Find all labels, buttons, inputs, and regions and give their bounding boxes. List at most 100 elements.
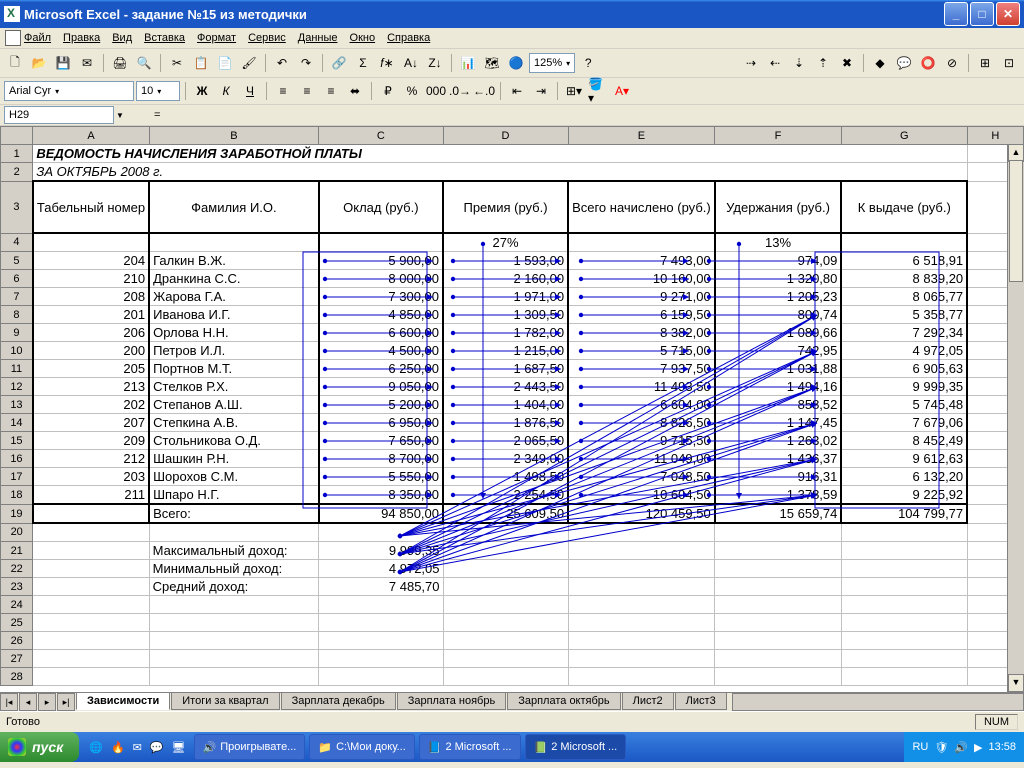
cell[interactable]: 4 850,00	[319, 306, 443, 324]
row-header[interactable]: 5	[1, 252, 33, 270]
cell[interactable]: 2 065,50	[443, 432, 568, 450]
cell[interactable]: 1 147,45	[715, 414, 842, 432]
cell[interactable]: 858,52	[715, 396, 842, 414]
quick-launch-icon[interactable]: 🌐	[89, 741, 103, 754]
cell[interactable]: 7 048,50	[568, 468, 715, 486]
cell[interactable]: 201	[33, 306, 149, 324]
cell[interactable]: 974,09	[715, 252, 842, 270]
cell[interactable]: 211	[33, 486, 149, 505]
print-button[interactable]: 🖨	[109, 52, 131, 74]
col-header[interactable]: B	[149, 127, 319, 145]
scroll-down-button[interactable]: ▼	[1008, 674, 1024, 692]
cell[interactable]: 1 498,50	[443, 468, 568, 486]
align-center-button[interactable]: ≡	[296, 80, 318, 102]
cell[interactable]: ВЕДОМОСТЬ НАЧИСЛЕНИЯ ЗАРАБОТНОЙ ПЛАТЫ	[33, 145, 967, 163]
cell[interactable]: 6 132,20	[841, 468, 967, 486]
fx-button[interactable]: f∗	[376, 52, 398, 74]
cell[interactable]: 7 292,34	[841, 324, 967, 342]
cell[interactable]: 1 263,02	[715, 432, 842, 450]
row-header[interactable]: 14	[1, 414, 33, 432]
tray-icon[interactable]: 🔊	[954, 741, 968, 754]
cell[interactable]: 4 972,05	[319, 560, 443, 578]
cell[interactable]: 9 050,00	[319, 378, 443, 396]
cell[interactable]: Орлова Н.Н.	[149, 324, 319, 342]
cell[interactable]: 1 320,80	[715, 270, 842, 288]
menu-view[interactable]: Вид	[112, 32, 132, 44]
cell[interactable]: 2 254,50	[443, 486, 568, 505]
percent-button[interactable]: %	[401, 80, 423, 102]
tab-nav-next[interactable]: ▸	[38, 693, 56, 711]
cell[interactable]: 8 000,00	[319, 270, 443, 288]
eval-formula-button[interactable]: ⊡	[998, 52, 1020, 74]
remove-arrows-button[interactable]: ✖	[836, 52, 858, 74]
cell[interactable]: К выдаче (руб.)	[841, 181, 967, 233]
align-right-button[interactable]: ≡	[320, 80, 342, 102]
cell[interactable]: 5 715,00	[568, 342, 715, 360]
cell[interactable]: 5 358,77	[841, 306, 967, 324]
cell[interactable]: Стелков Р.Х.	[149, 378, 319, 396]
row-header[interactable]: 21	[1, 542, 33, 560]
cell[interactable]: Шпаро Н.Г.	[149, 486, 319, 505]
cell[interactable]: 204	[33, 252, 149, 270]
cell[interactable]: 10 604,50	[568, 486, 715, 505]
row-header[interactable]: 23	[1, 578, 33, 596]
autosum-button[interactable]: Σ	[352, 52, 374, 74]
sheet-tab[interactable]: Лист3	[675, 693, 727, 710]
cell[interactable]: 9 271,00	[568, 288, 715, 306]
row-header[interactable]: 18	[1, 486, 33, 505]
cell[interactable]: 8 065,77	[841, 288, 967, 306]
cell[interactable]: 1 215,00	[443, 342, 568, 360]
row-header[interactable]: 13	[1, 396, 33, 414]
cell[interactable]: 1 876,50	[443, 414, 568, 432]
col-header[interactable]: G	[841, 127, 967, 145]
cell[interactable]: 1 205,23	[715, 288, 842, 306]
row-header[interactable]: 7	[1, 288, 33, 306]
tray-icon[interactable]: ▶	[974, 741, 982, 754]
quick-launch-icon[interactable]: 🔥	[111, 741, 125, 754]
map-button[interactable]: 🗺	[481, 52, 503, 74]
save-button[interactable]: 💾	[52, 52, 74, 74]
cell[interactable]: Жарова Г.А.	[149, 288, 319, 306]
cell[interactable]: 9 225,92	[841, 486, 967, 505]
cell[interactable]: 4 972,05	[841, 342, 967, 360]
row-header[interactable]: 8	[1, 306, 33, 324]
cell[interactable]: Шорохов С.М.	[149, 468, 319, 486]
cell[interactable]: 208	[33, 288, 149, 306]
cell[interactable]: 8 350,00	[319, 486, 443, 505]
cell[interactable]: 212	[33, 450, 149, 468]
borders-button[interactable]: ⊞▾	[563, 80, 585, 102]
cell[interactable]: 8 452,49	[841, 432, 967, 450]
font-name-select[interactable]: Arial Cyr	[4, 81, 134, 101]
horizontal-scrollbar[interactable]	[732, 693, 1024, 711]
cell[interactable]: 11 493,50	[568, 378, 715, 396]
cell[interactable]: 7 493,00	[568, 252, 715, 270]
cell[interactable]: 203	[33, 468, 149, 486]
menu-insert[interactable]: Вставка	[144, 32, 185, 44]
italic-button[interactable]: К	[215, 80, 237, 102]
copy-button[interactable]: 📋	[190, 52, 212, 74]
cell[interactable]: 25 609,50	[443, 504, 568, 523]
menu-format[interactable]: Формат	[197, 32, 236, 44]
col-header[interactable]: E	[568, 127, 715, 145]
merge-center-button[interactable]: ⬌	[344, 80, 366, 102]
cell[interactable]: 1 436,37	[715, 450, 842, 468]
cell[interactable]: Всего начислено (руб.)	[568, 181, 715, 233]
cell[interactable]: 94 850,00	[319, 504, 443, 523]
cell[interactable]: Оклад (руб.)	[319, 181, 443, 233]
cell[interactable]: 13%	[715, 233, 842, 252]
cell[interactable]: Иванова И.Г.	[149, 306, 319, 324]
maximize-button[interactable]: □	[970, 2, 994, 26]
cell[interactable]: ЗА ОКТЯБРЬ 2008 г.	[33, 163, 967, 182]
cell[interactable]: 202	[33, 396, 149, 414]
cell[interactable]: 8 700,00	[319, 450, 443, 468]
cell[interactable]: 1 089,66	[715, 324, 842, 342]
row-header[interactable]: 3	[1, 181, 33, 233]
cell[interactable]: 800,74	[715, 306, 842, 324]
cell[interactable]: 7 485,70	[319, 578, 443, 596]
drawing-button[interactable]: 🔵	[505, 52, 527, 74]
cell[interactable]: 209	[33, 432, 149, 450]
close-button[interactable]: ✕	[996, 2, 1020, 26]
cell[interactable]: 7 650,00	[319, 432, 443, 450]
cell[interactable]: 210	[33, 270, 149, 288]
cell[interactable]: 1 593,00	[443, 252, 568, 270]
